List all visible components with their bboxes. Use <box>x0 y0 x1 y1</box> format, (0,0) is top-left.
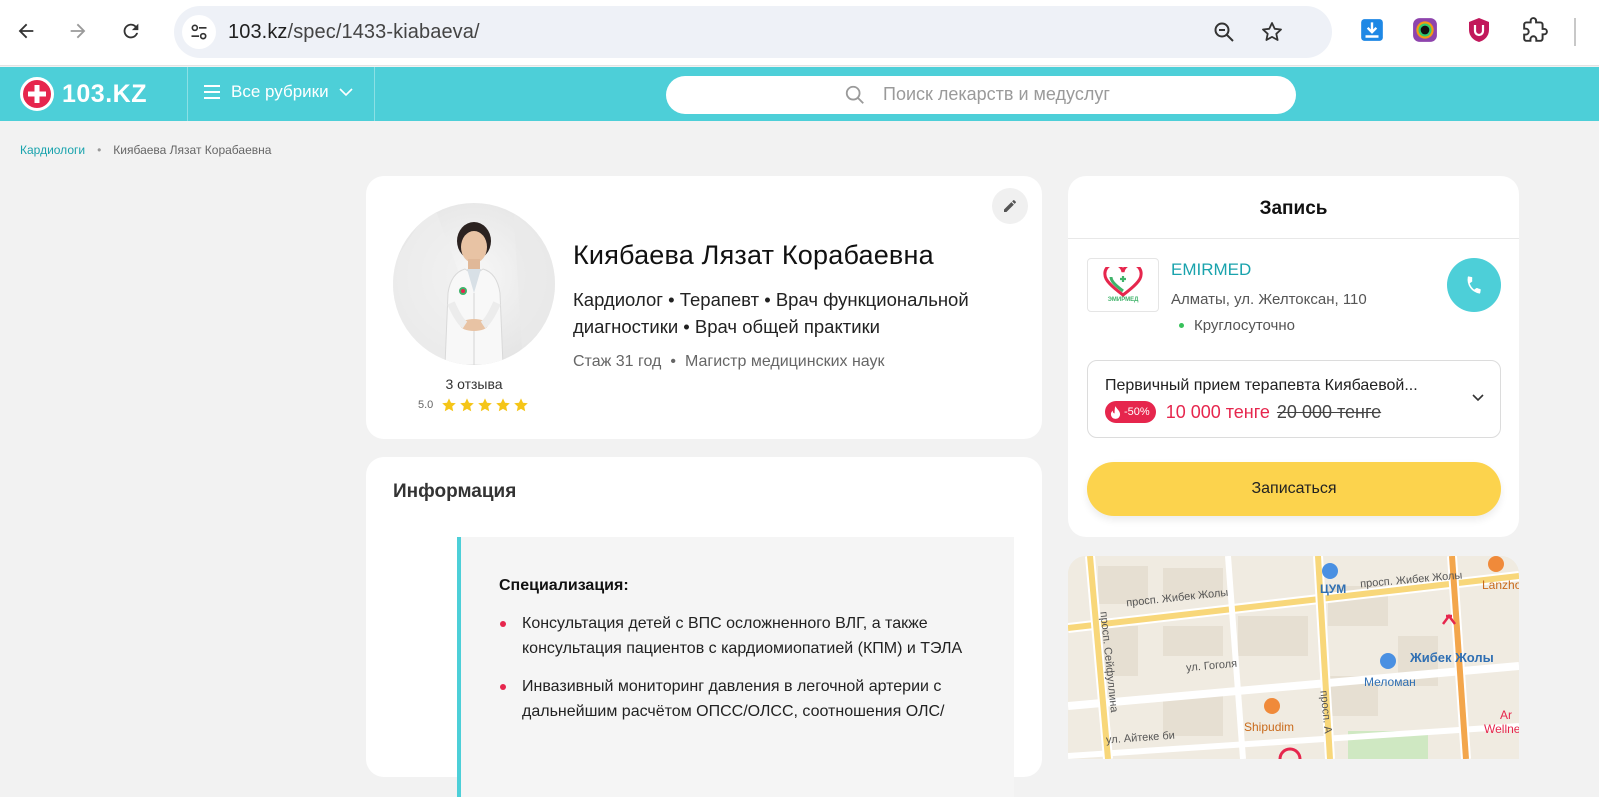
service-price: -50% 10 000 тенге 20 000 тенге <box>1105 401 1381 423</box>
download-extension-button[interactable] <box>1358 16 1386 44</box>
experience: Стаж 31 год <box>573 353 662 370</box>
download-icon <box>1361 19 1383 41</box>
specialization-title: Специализация: <box>499 577 629 594</box>
clinic-hours: Круглосуточно <box>1179 317 1295 334</box>
url-text[interactable]: 103.kz/spec/1433-kiabaeva/ <box>228 21 480 44</box>
price-discounted: 10 000 тенге <box>1165 401 1270 422</box>
map-poi[interactable]: Жибек Жолы <box>1410 650 1494 665</box>
service-select[interactable]: Первичный прием терапевта Киябаевой... -… <box>1087 360 1501 438</box>
reviews-count-link[interactable]: 3 отзыва <box>393 376 555 392</box>
star-icon <box>478 398 493 412</box>
fire-icon <box>1110 405 1121 419</box>
map-poi[interactable]: Lanzho <box>1482 578 1519 592</box>
doctor-portrait-icon <box>393 203 555 365</box>
divider <box>1068 238 1519 239</box>
clinic-hours-text: Круглосуточно <box>1194 317 1295 334</box>
color-picker-icon <box>1413 18 1437 42</box>
pencil-icon <box>1004 200 1016 212</box>
arrow-left-icon <box>18 23 34 39</box>
arrow-right-icon <box>70 23 86 39</box>
open-status-dot <box>1179 323 1184 328</box>
search-input[interactable]: Поиск лекарств и медуслуг <box>666 76 1296 114</box>
information-title: Информация <box>393 481 517 502</box>
price-original: 20 000 тенге <box>1276 401 1382 422</box>
extensions-button[interactable] <box>1521 16 1549 44</box>
meta-separator: • <box>670 353 676 370</box>
search-placeholder: Поиск лекарств и медуслуг <box>883 84 1110 104</box>
all-rubrics-menu[interactable]: Все рубрики <box>203 82 353 102</box>
booking-card: Запись ЭМИРМЕД EMIRMED Алматы, ул. Желто… <box>1068 176 1519 537</box>
clinic-name-link[interactable]: EMIRMED <box>1171 260 1251 280</box>
clinic-logo[interactable]: ЭМИРМЕД <box>1087 258 1159 312</box>
hamburger-icon <box>204 85 220 99</box>
zoom-out-icon <box>1214 22 1234 42</box>
star-outline-icon <box>1262 22 1282 41</box>
back-button[interactable] <box>9 14 43 48</box>
ublock-extension-button[interactable] <box>1465 16 1493 44</box>
forward-button[interactable] <box>61 14 95 48</box>
breadcrumb-link-cardiologists[interactable]: Кардиологи <box>20 143 85 157</box>
breadcrumb: Кардиологи • Киябаева Лязат Корабаевна <box>20 143 271 157</box>
bookmark-button[interactable] <box>1258 18 1286 46</box>
phone-icon <box>1467 276 1481 294</box>
academic-degree: Магистр медицинских наук <box>684 353 885 370</box>
toolbar-divider <box>1574 18 1576 46</box>
rating-stars <box>441 397 531 413</box>
puzzle-icon <box>1523 17 1548 42</box>
clinic-logo-text: ЭМИРМЕД <box>1107 297 1139 303</box>
reload-button[interactable] <box>114 14 148 48</box>
heart-logo-icon <box>1103 267 1143 297</box>
discount-text: -50% <box>1124 406 1150 418</box>
doctor-specialties: Кардиолог • Терапевт • Врач функциональн… <box>573 289 969 337</box>
map-poi[interactable]: Меломан <box>1364 675 1416 689</box>
header-divider <box>374 67 375 121</box>
zoom-button[interactable] <box>1210 18 1238 46</box>
breadcrumb-current: Киябаева Лязат Корабаевна <box>113 143 272 157</box>
list-item: Инвазивный мониторинг давления в легочно… <box>499 674 969 724</box>
logo-text: 103.KZ <box>62 79 147 108</box>
call-button[interactable] <box>1447 258 1501 312</box>
list-item: Консультация детей с ВПС осложненного ВЛ… <box>499 611 969 661</box>
rating-value: 5.0 <box>418 399 434 411</box>
search-icon <box>845 85 864 104</box>
color-extension-button[interactable] <box>1411 16 1439 44</box>
chevron-down-icon <box>339 88 353 97</box>
service-name: Первичный прием терапевта Киябаевой... <box>1105 377 1418 394</box>
star-icon <box>514 398 529 412</box>
rating: 5.0 <box>418 397 531 413</box>
book-appointment-button[interactable]: Записаться <box>1087 462 1501 516</box>
specialization-list: Консультация детей с ВПС осложненного ВЛ… <box>499 611 969 737</box>
tune-icon <box>191 24 207 40</box>
star-icon <box>442 398 457 412</box>
header-divider <box>187 67 188 121</box>
clinic-address: Алматы, ул. Желтоксан, 110 <box>1171 291 1367 308</box>
reload-icon <box>123 23 139 39</box>
address-bar[interactable]: 103.kz/spec/1433-kiabaeva/ <box>174 6 1332 58</box>
booking-title: Запись <box>1259 198 1328 219</box>
breadcrumb-separator: • <box>97 143 102 157</box>
doctor-meta: Стаж 31 год • Магистр медицинских наук <box>573 353 885 371</box>
shield-icon <box>1469 18 1489 42</box>
star-icon <box>496 398 511 412</box>
rubrics-label: Все рубрики <box>231 82 329 101</box>
site-header: 103.KZ Все рубрики Поиск лекарств и меду… <box>0 67 1599 121</box>
browser-toolbar: 103.kz/spec/1433-kiabaeva/ <box>0 0 1599 66</box>
map-poi[interactable]: Ar <box>1500 708 1512 722</box>
map-poi[interactable]: Wellne <box>1484 722 1519 736</box>
site-logo[interactable]: 103.KZ <box>20 76 147 112</box>
plus-icon <box>20 77 54 111</box>
site-settings-button[interactable] <box>182 15 216 49</box>
doctor-photo[interactable] <box>393 203 555 365</box>
map-poi[interactable]: ЦУМ <box>1320 582 1346 596</box>
doctor-name: Киябаева Лязат Корабаевна <box>573 240 934 270</box>
doctor-profile-card: 3 отзыва 5.0 Киябаева Лязат Корабаевна К… <box>366 176 1042 439</box>
clinic-map[interactable]: просп. Жибек Жолы просп. Жибек Жолы прос… <box>1068 556 1519 759</box>
information-card: Информация Специализация: Консультация д… <box>366 457 1042 797</box>
specialization-box: Специализация: Консультация детей с ВПС … <box>457 537 1014 797</box>
chevron-down-icon <box>1472 394 1484 402</box>
discount-badge: -50% <box>1105 401 1156 423</box>
map-poi[interactable]: Shipudim <box>1244 720 1294 734</box>
star-icon <box>460 398 475 412</box>
edit-button[interactable] <box>992 188 1028 224</box>
